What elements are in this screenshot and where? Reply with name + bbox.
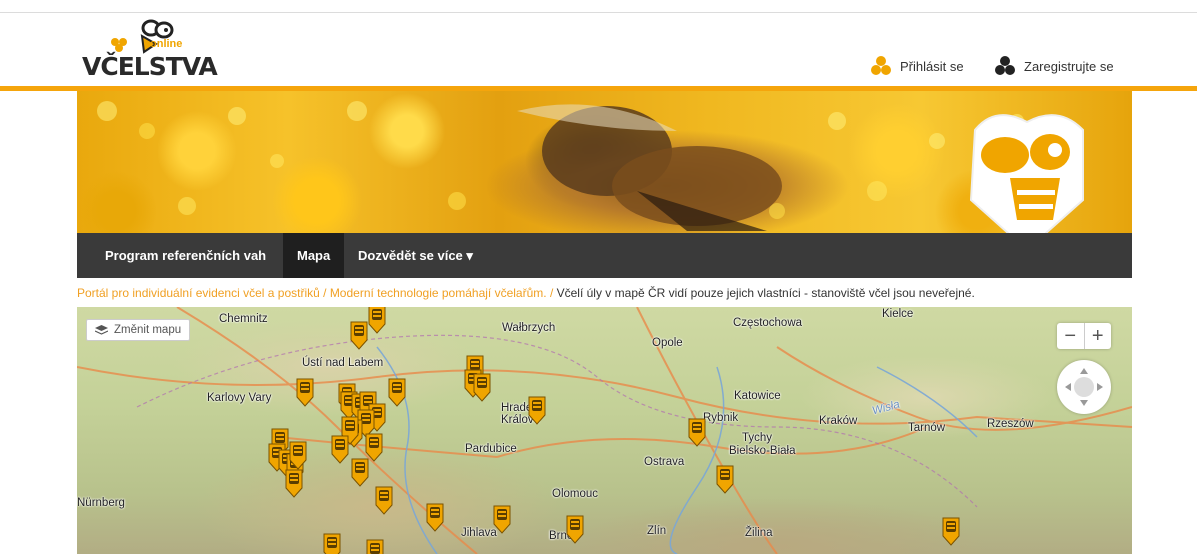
hive-marker[interactable] xyxy=(941,516,961,546)
nav-mapa[interactable]: Mapa xyxy=(283,233,345,278)
hive-marker[interactable] xyxy=(715,464,735,494)
breadcrumb-current: Včelí úly v mapě ČR vidí pouze jejich vl… xyxy=(556,286,975,300)
hive-marker[interactable] xyxy=(288,440,308,470)
login-link[interactable]: Přihlásit se xyxy=(870,56,964,76)
city-usti-nad-labem: Ústí nad Labem xyxy=(302,357,384,369)
breadcrumb-link-technology[interactable]: Moderní technologie pomáhají včelařům. xyxy=(330,286,547,300)
city-zlin: Zlín xyxy=(647,525,667,537)
city-olomouc: Olomouc xyxy=(552,488,599,500)
zoom-out-button[interactable]: − xyxy=(1057,323,1085,349)
pan-control[interactable] xyxy=(1057,360,1111,414)
city-bielsko-biala: Bielsko-Biała xyxy=(729,445,796,457)
map-roads xyxy=(77,307,1132,554)
nav-dozvedet-se-vice[interactable]: Dozvědět se více ▾ xyxy=(344,233,487,278)
city-kielce: Kielce xyxy=(882,308,914,320)
city-tychy: Tychy xyxy=(742,432,773,444)
hive-marker[interactable] xyxy=(687,417,707,447)
city-rzeszow: Rzeszów xyxy=(987,418,1034,430)
logo-text[interactable]: VČELSTVA xyxy=(82,52,218,81)
hive-marker[interactable] xyxy=(387,377,407,407)
zoom-control: − + xyxy=(1057,323,1111,349)
hive-marker[interactable] xyxy=(365,538,385,554)
register-icon xyxy=(995,56,1015,75)
city-chemnitz: Chemnitz xyxy=(219,313,268,325)
city-rybnik: Rybnik xyxy=(703,412,739,424)
hive-marker[interactable] xyxy=(374,485,394,515)
city-katowice: Katowice xyxy=(734,390,781,402)
top-divider xyxy=(0,12,1197,13)
hive-marker[interactable] xyxy=(565,514,585,544)
city-krakow: Kraków xyxy=(819,415,858,427)
zoom-in-button[interactable]: + xyxy=(1085,323,1112,349)
hive-marker[interactable] xyxy=(350,457,370,487)
nav-program-referencnich-vah[interactable]: Program referenčních vah xyxy=(91,233,280,278)
hive-marker[interactable] xyxy=(492,504,512,534)
logo-subtitle: online xyxy=(150,38,183,50)
map-view[interactable]: Chemnitz Wałbrzych Częstochowa Kielce Op… xyxy=(77,307,1132,554)
hive-marker[interactable] xyxy=(284,468,304,498)
login-icon xyxy=(871,56,891,75)
hive-marker[interactable] xyxy=(295,377,315,407)
hive-marker[interactable] xyxy=(425,502,445,532)
change-map-label: Změnit mapu xyxy=(114,324,182,336)
main-navbar: Program referenčních vah Mapa Dozvědět s… xyxy=(77,233,1132,278)
city-walbrzych: Wałbrzych xyxy=(502,322,556,334)
register-label: Zaregistrujte se xyxy=(1024,58,1114,74)
city-tarnow: Tarnów xyxy=(908,422,946,434)
layers-icon xyxy=(95,325,108,335)
breadcrumb-separator: / xyxy=(319,286,330,300)
breadcrumb: Portál pro individuální evidenci včel a … xyxy=(77,286,975,300)
breadcrumb-separator: / xyxy=(546,286,557,300)
hive-marker[interactable] xyxy=(527,395,547,425)
register-link[interactable]: Zaregistrujte se xyxy=(994,56,1114,76)
login-label: Přihlásit se xyxy=(900,58,964,74)
city-karlovy-vary: Karlovy Vary xyxy=(207,392,272,404)
city-pardubice: Pardubice xyxy=(465,443,517,455)
city-czestochowa: Częstochowa xyxy=(733,317,803,329)
hive-marker[interactable] xyxy=(349,320,369,350)
hive-marker[interactable] xyxy=(367,307,387,334)
change-map-button[interactable]: Změnit mapu xyxy=(86,319,191,341)
city-ostrava: Ostrava xyxy=(644,456,685,468)
city-zilina: Žilina xyxy=(745,527,773,539)
hive-marker[interactable] xyxy=(330,434,350,464)
breadcrumb-link-portal[interactable]: Portál pro individuální evidenci včel a … xyxy=(77,286,320,300)
banner-bee-icon xyxy=(969,114,1084,250)
city-opole: Opole xyxy=(652,337,683,349)
hive-marker[interactable] xyxy=(322,532,342,554)
city-nurnberg: Nürnberg xyxy=(77,497,125,509)
hive-marker[interactable] xyxy=(472,372,492,402)
